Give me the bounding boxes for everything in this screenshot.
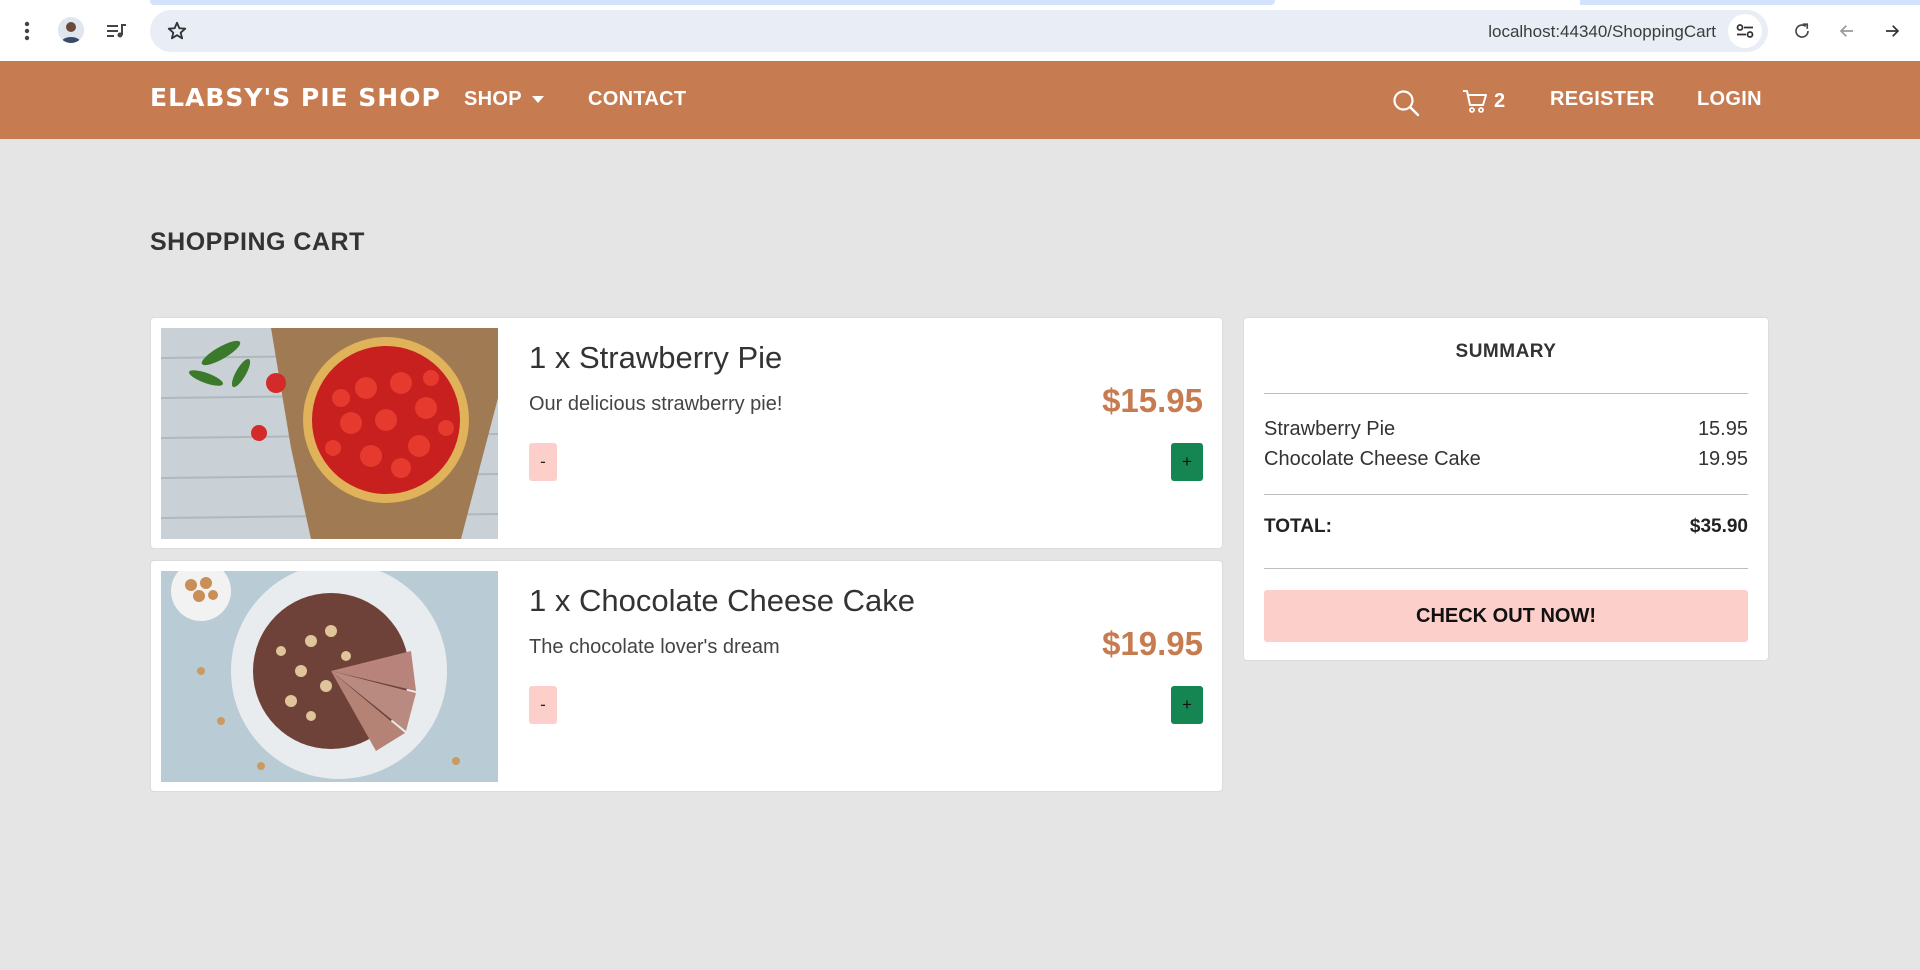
item-price: $15.95 xyxy=(1102,382,1203,419)
tab-strip-highlight xyxy=(150,0,1275,5)
tune-icon xyxy=(1736,24,1754,38)
summary-divider xyxy=(1264,494,1748,495)
reload-icon xyxy=(1795,23,1809,38)
order-summary: SUMMARY Strawberry Pie 15.95 Chocolate C… xyxy=(1243,317,1769,661)
tab-strip-highlight-right xyxy=(1580,0,1920,5)
profile-avatar[interactable] xyxy=(58,17,84,43)
summary-divider xyxy=(1264,568,1748,569)
bookmark-star-icon[interactable] xyxy=(166,20,188,47)
address-url[interactable]: localhost:44340/ShoppingCart xyxy=(1488,22,1716,42)
chocolate-cheese-cake-image xyxy=(161,571,498,782)
total-label: TOTAL: xyxy=(1264,516,1332,537)
caret-down-icon xyxy=(531,96,544,103)
summary-line-name: Strawberry Pie xyxy=(1264,418,1396,440)
summary-line-amount: 19.95 xyxy=(1697,448,1748,470)
user-icon xyxy=(58,17,84,43)
strawberry-pie-image xyxy=(161,328,498,539)
browser-menu-button[interactable] xyxy=(10,14,44,48)
arrow-right-icon xyxy=(1886,25,1900,37)
vertical-dots-icon xyxy=(24,21,30,41)
item-name: 1 x Strawberry Pie xyxy=(529,340,783,375)
summary-total: TOTAL: $35.90 xyxy=(1264,516,1748,538)
reload-button[interactable] xyxy=(1785,14,1819,48)
arrow-left-icon xyxy=(1839,25,1853,37)
page-title: SHOPPING CART xyxy=(150,228,365,256)
forward-button[interactable] xyxy=(1875,14,1909,48)
brand-logo[interactable]: ELABSY'S PIE SHOP xyxy=(150,83,441,112)
nav-contact-link[interactable]: CONTACT xyxy=(588,88,686,111)
checkout-button[interactable]: CHECK OUT NOW! xyxy=(1264,590,1748,642)
playlist-icon xyxy=(107,24,126,38)
search-icon[interactable] xyxy=(1392,89,1420,122)
address-bar[interactable]: localhost:44340/ShoppingCart xyxy=(150,10,1768,52)
site-settings-button[interactable] xyxy=(1728,14,1762,48)
site-navbar: ELABSY'S PIE SHOP SHOP CONTACT 2 REGISTE… xyxy=(0,61,1920,139)
reading-list-button[interactable] xyxy=(100,14,134,48)
summary-divider xyxy=(1264,393,1748,394)
cart-icon xyxy=(1463,90,1487,113)
total-value: $35.90 xyxy=(1689,516,1748,537)
nav-login-link[interactable]: LOGIN xyxy=(1697,88,1762,111)
summary-line-amount: 15.95 xyxy=(1697,418,1748,440)
decrease-quantity-button[interactable]: - xyxy=(529,443,557,481)
increase-quantity-button[interactable]: + xyxy=(1171,686,1203,724)
summary-title: SUMMARY xyxy=(1455,341,1557,362)
item-description: The chocolate lover's dream xyxy=(529,636,780,658)
back-button[interactable] xyxy=(1830,14,1864,48)
item-price: $19.95 xyxy=(1102,625,1203,662)
increase-quantity-button[interactable]: + xyxy=(1171,443,1203,481)
summary-line: Strawberry Pie 15.95 xyxy=(1264,418,1748,441)
item-name: 1 x Chocolate Cheese Cake xyxy=(529,583,916,618)
decrease-quantity-button[interactable]: - xyxy=(529,686,557,724)
cart-count: 2 xyxy=(1494,89,1506,112)
summary-line: Chocolate Cheese Cake 19.95 xyxy=(1264,448,1748,471)
cart-item: 1 x Strawberry Pie Our delicious strawbe… xyxy=(150,317,1223,549)
nav-cart-link[interactable]: 2 xyxy=(1462,88,1505,114)
nav-shop-dropdown[interactable]: SHOP xyxy=(464,88,544,111)
nav-register-link[interactable]: REGISTER xyxy=(1550,88,1655,111)
summary-line-name: Chocolate Cheese Cake xyxy=(1264,448,1481,470)
browser-toolbar: localhost:44340/ShoppingCart xyxy=(0,0,1920,61)
nav-shop-label: SHOP xyxy=(464,88,522,110)
item-description: Our delicious strawberry pie! xyxy=(529,393,783,415)
cart-item: 1 x Chocolate Cheese Cake The chocolate … xyxy=(150,560,1223,792)
